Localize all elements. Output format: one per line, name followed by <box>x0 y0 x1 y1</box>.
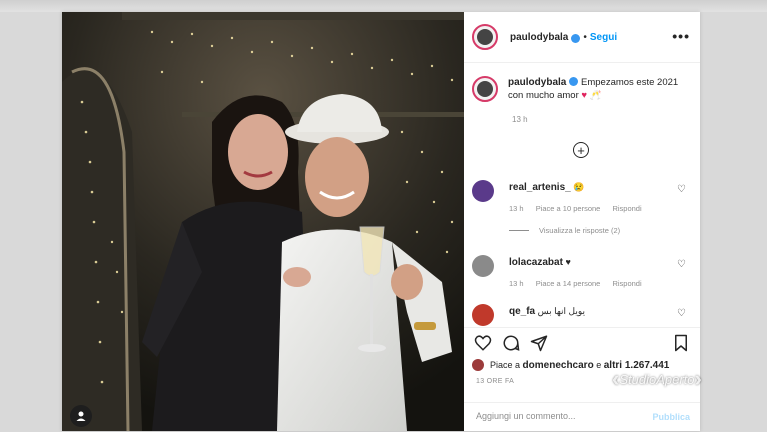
post-header: paulodybala • Segui ••• <box>464 12 700 63</box>
comment-username[interactable]: real_artenis_ <box>509 182 571 193</box>
tagged-user-icon[interactable] <box>70 405 92 427</box>
background-strip <box>0 0 767 12</box>
liker-avatar <box>472 359 484 371</box>
likes-middle: e <box>596 360 602 370</box>
comment-username[interactable]: lolacazabat <box>509 257 563 268</box>
like-comment-icon[interactable]: ♡ <box>677 259 686 270</box>
comment-item: qe_fa يويل انها بس ♡ <box>472 304 692 326</box>
load-more-comments-icon[interactable]: + <box>573 142 589 158</box>
save-bookmark-icon[interactable] <box>672 334 690 352</box>
comment-likes[interactable]: Piace a 14 persone <box>536 279 601 288</box>
author-avatar[interactable] <box>472 24 498 50</box>
likes-prefix: Piace a <box>490 360 521 370</box>
comment-bubble-icon[interactable] <box>502 334 520 352</box>
more-options-icon[interactable]: ••• <box>672 28 690 44</box>
commenter-avatar[interactable] <box>472 180 494 202</box>
liker-username[interactable]: domenechcaro <box>523 360 594 371</box>
publish-button[interactable]: Pubblica <box>652 412 690 422</box>
like-heart-icon[interactable] <box>474 334 492 352</box>
comment-time: 13 h <box>509 204 524 213</box>
comment-input[interactable] <box>474 410 638 422</box>
commenter-avatar[interactable] <box>472 304 494 326</box>
post-timestamp: 13 ORE FA <box>476 378 515 385</box>
comment-item: lolacazabat ♥ 13 h Piace a 14 persone Ri… <box>472 255 692 295</box>
caption-avatar[interactable] <box>472 76 498 102</box>
like-comment-icon[interactable]: ♡ <box>677 184 686 195</box>
separator: • <box>583 31 587 43</box>
replies-divider <box>509 230 529 231</box>
share-send-icon[interactable] <box>530 334 548 352</box>
instagram-post: paulodybala • Segui ••• paulodybala Empe… <box>62 12 700 431</box>
comment-time: 13 h <box>509 279 524 288</box>
author-username[interactable]: paulodybala <box>510 32 568 43</box>
photo-illustration <box>62 12 464 431</box>
comment-username[interactable]: qe_fa <box>509 306 535 317</box>
caption-username[interactable]: paulodybala <box>508 77 566 88</box>
verified-badge-icon <box>569 77 579 86</box>
follow-button[interactable]: Segui <box>590 32 617 43</box>
reply-button[interactable]: Rispondi <box>612 204 641 213</box>
add-comment-bar: Pubblica <box>464 402 700 432</box>
like-comment-icon[interactable]: ♡ <box>677 308 686 319</box>
caption-emoji: ♥ 🥂 <box>581 90 602 101</box>
verified-badge-icon <box>571 33 581 43</box>
caption-time: 13 h <box>512 115 528 124</box>
comment-item: real_artenis_ 😢 13 h Piace a 10 persone … <box>472 180 692 240</box>
post-photo[interactable] <box>62 12 464 431</box>
comment-text: يويل انها بس <box>537 306 585 316</box>
view-replies-label: Visualizza le risposte (2) <box>539 226 621 235</box>
comment-text: 😢 <box>573 182 585 192</box>
comment-text: ♥ <box>565 257 571 267</box>
comment-likes[interactable]: Piace a 10 persone <box>536 204 601 213</box>
view-replies-button[interactable]: Visualizza le risposte (2) <box>509 226 620 235</box>
watermark-text: StudioAperto <box>619 371 695 387</box>
post-caption: paulodybala Empezamos este 2021 con much… <box>472 76 692 102</box>
commenter-avatar[interactable] <box>472 255 494 277</box>
reply-button[interactable]: Rispondi <box>612 279 641 288</box>
tv-watermark: ‹ StudioAperto › <box>612 368 702 390</box>
post-actions-bar <box>464 327 700 356</box>
chevron-right-icon: › <box>694 366 702 391</box>
